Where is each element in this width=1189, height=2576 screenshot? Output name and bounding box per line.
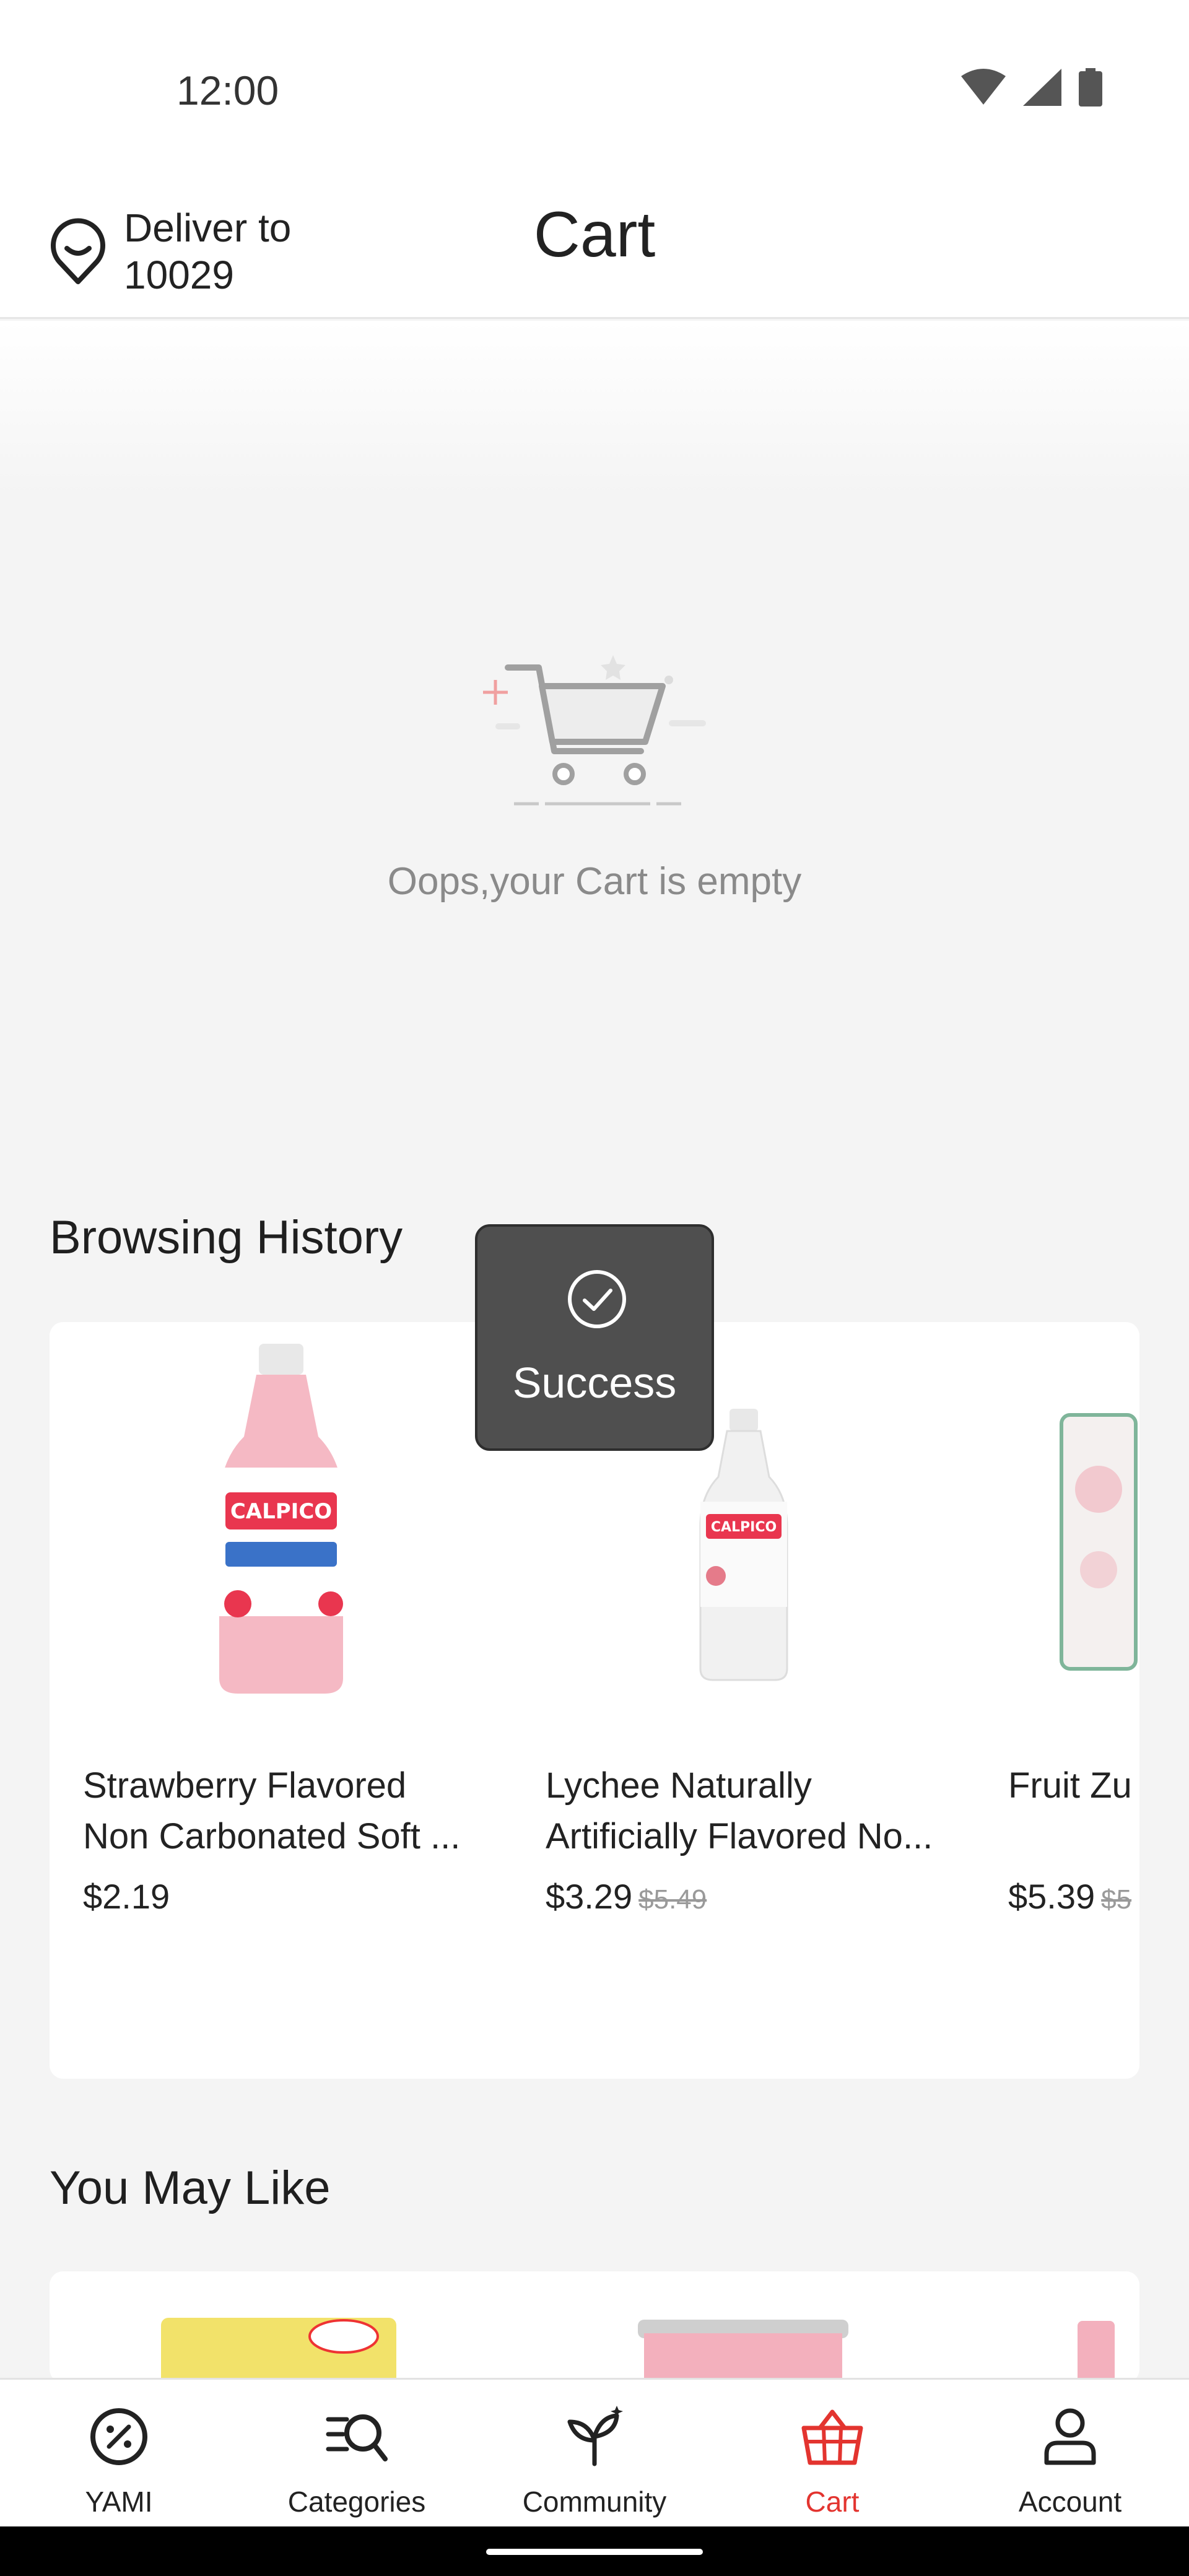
product-image: CALPICO xyxy=(50,1344,512,1694)
nav-item-categories[interactable]: Categories xyxy=(238,2380,476,2528)
nav-item-yami[interactable]: YAMI xyxy=(0,2380,238,2528)
nav-item-account[interactable]: Account xyxy=(951,2380,1189,2528)
system-nav-bar xyxy=(0,2526,1189,2576)
nav-label: Cart xyxy=(805,2486,860,2518)
empty-cart-area: Oops,your Cart is empty xyxy=(0,321,1189,1126)
you-may-like-list[interactable] xyxy=(50,2271,1139,2383)
status-time: 12:00 xyxy=(176,67,279,113)
current-price: $5.39 xyxy=(1008,1877,1095,1916)
categories-search-icon xyxy=(326,2414,388,2461)
page-title: Cart xyxy=(533,199,656,271)
product-price: $2.19 xyxy=(83,1876,170,1917)
current-price: $2.19 xyxy=(83,1877,170,1916)
basket-icon xyxy=(801,2409,863,2465)
original-price: $5 xyxy=(1101,1884,1132,1915)
empty-cart-message: Oops,your Cart is empty xyxy=(387,860,802,903)
you-may-like-product-images xyxy=(161,2318,1115,2383)
nav-label: Account xyxy=(1018,2486,1122,2518)
product-card[interactable]: Fruit Zu Frugra C $5.39$5 xyxy=(975,1322,1139,2078)
header: Deliver to 10029 Cart xyxy=(0,167,1189,319)
product-name: Fruit Zu Frugra C xyxy=(1008,1765,1139,1806)
check-circle-icon xyxy=(568,1270,626,1328)
status-icons xyxy=(961,68,1102,107)
person-icon xyxy=(1044,2408,1096,2465)
nav-label: Community xyxy=(522,2486,667,2518)
toast-text: Success xyxy=(512,1359,677,1407)
svg-text:CALPICO: CALPICO xyxy=(230,1499,331,1524)
success-toast: Success xyxy=(475,1224,714,1451)
status-bar: 12:00 xyxy=(0,0,1189,167)
svg-text:CALPICO: CALPICO xyxy=(710,1520,776,1535)
product-price: $5.39 $5 xyxy=(1008,1876,1131,1917)
product-image xyxy=(975,1347,1139,1694)
product-name: Strawberry Flavored Non Carbonated Soft … xyxy=(83,1765,461,1856)
nav-item-community[interactable]: Community xyxy=(476,2380,713,2528)
product-name: Lychee Naturally Artificially Flavored N… xyxy=(546,1765,933,1856)
product-price: $3.29 $5.49 xyxy=(546,1876,707,1917)
nav-label: YAMI xyxy=(85,2486,153,2518)
original-price: $5.49 xyxy=(638,1884,707,1915)
battery-icon xyxy=(1079,68,1102,107)
signal-icon xyxy=(1023,69,1061,106)
bottom-nav: YAMI Categories Community Cart Account xyxy=(0,2378,1189,2526)
product-card[interactable]: CALPICO Strawberry Flavored Non Carbonat… xyxy=(50,1322,512,2078)
nav-item-cart[interactable]: Cart xyxy=(713,2380,951,2528)
current-price: $3.29 xyxy=(546,1877,633,1916)
discount-icon xyxy=(90,2408,147,2465)
sprout-icon xyxy=(567,2406,623,2466)
wifi-icon xyxy=(961,69,1006,105)
empty-cart-icon xyxy=(483,655,706,806)
home-indicator[interactable] xyxy=(486,2549,703,2555)
browsing-history-title: Browsing History xyxy=(50,1211,403,1264)
nav-label: Categories xyxy=(287,2486,426,2518)
you-may-like-title: You May Like xyxy=(50,2162,331,2214)
